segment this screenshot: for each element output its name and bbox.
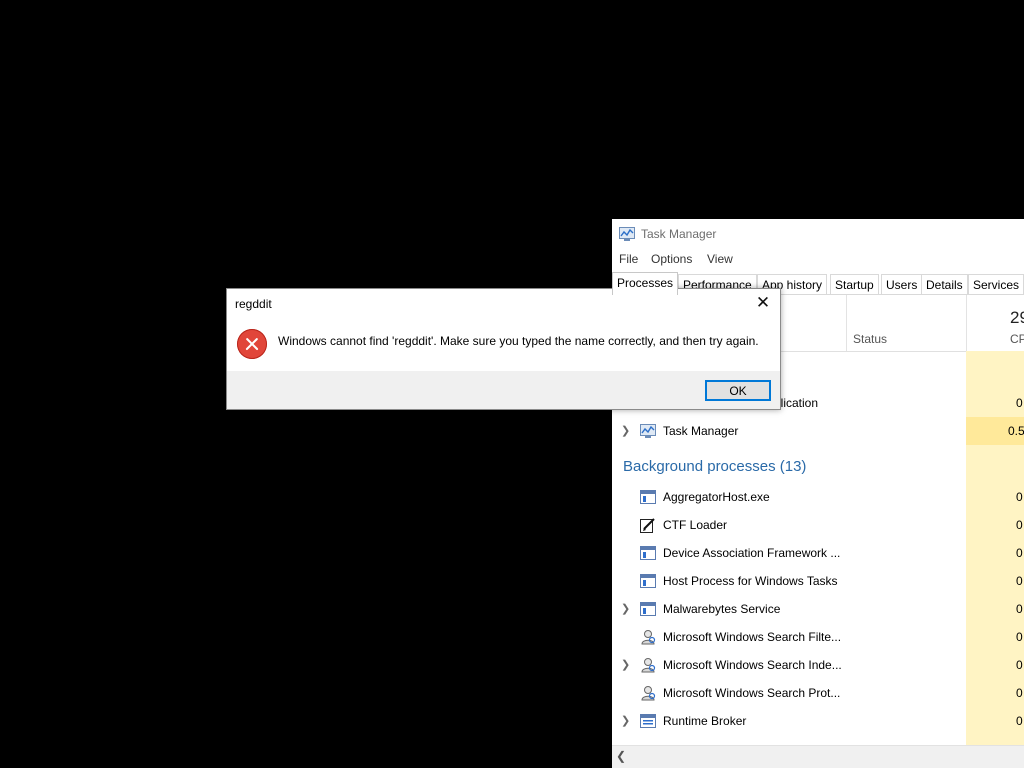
chevron-right-icon[interactable]: ❯ <box>621 602 631 615</box>
tab-processes[interactable]: Processes <box>612 272 679 295</box>
table-row[interactable]: Host Process for Windows Tasks 0 <box>612 567 1024 595</box>
window-icon <box>640 490 656 504</box>
process-cpu: 0 <box>1016 574 1023 588</box>
table-row[interactable]: CTF Loader 0 <box>612 511 1024 539</box>
dialog-title: regddit <box>235 297 272 311</box>
table-row[interactable]: ❯ Task Manager 0.5 <box>612 417 1024 445</box>
window-icon <box>640 574 656 588</box>
window-icon <box>640 714 656 728</box>
process-name: Runtime Broker <box>663 714 747 728</box>
chevron-right-icon[interactable]: ❯ <box>621 424 631 437</box>
ok-button[interactable]: OK <box>705 380 771 401</box>
process-name: Microsoft Windows Search Inde... <box>663 658 842 672</box>
process-name: Device Association Framework ... <box>663 546 841 560</box>
close-icon[interactable]: ✕ <box>752 292 774 314</box>
table-row[interactable]: ❯ Runtime Broker 0 <box>612 707 1024 735</box>
chevron-left-icon[interactable]: ❮ <box>616 749 626 763</box>
process-cpu: 0 <box>1016 490 1023 504</box>
pen-icon <box>640 518 655 533</box>
chevron-right-icon[interactable]: ❯ <box>621 714 631 727</box>
error-icon <box>237 329 267 359</box>
background-processes-group-title: Background processes (13) <box>623 458 807 475</box>
process-cpu: 0 <box>1016 658 1023 672</box>
search-person-icon <box>641 630 656 645</box>
dialog-footer: OK <box>227 371 780 409</box>
process-name: Task Manager <box>663 424 739 438</box>
process-name: Host Process for Windows Tasks <box>663 574 838 588</box>
horizontal-scrollbar[interactable]: ❮ <box>612 745 1024 768</box>
dialog-message: Windows cannot find 'regddit'. Make sure… <box>278 334 759 348</box>
process-name: Microsoft Windows Search Filte... <box>663 630 842 644</box>
search-person-icon <box>641 658 656 673</box>
process-name: AggregatorHost.exe <box>663 490 770 504</box>
table-row[interactable]: Microsoft Windows Search Filte... 0 <box>612 623 1024 651</box>
process-name: Malwarebytes Service <box>663 602 781 616</box>
window-icon <box>640 546 656 560</box>
task-manager-icon <box>640 424 656 438</box>
table-row[interactable]: Device Association Framework ... 0 <box>612 539 1024 567</box>
process-cpu: 0 <box>1016 630 1023 644</box>
table-row[interactable]: ❯ Malwarebytes Service 0 <box>612 595 1024 623</box>
process-cpu: 0 <box>1016 602 1023 616</box>
window-icon <box>640 602 656 616</box>
table-row[interactable]: ❯ Microsoft Windows Search Inde... 0 <box>612 651 1024 679</box>
error-dialog: regddit ✕ Windows cannot find 'regddit'.… <box>226 288 781 410</box>
process-name: CTF Loader <box>663 518 728 532</box>
process-name: Microsoft Windows Search Prot... <box>663 686 841 700</box>
chevron-right-icon[interactable]: ❯ <box>621 658 631 671</box>
process-cpu: 0 <box>1016 518 1023 532</box>
process-cpu: 0 <box>1016 686 1023 700</box>
table-row[interactable]: Microsoft Windows Search Prot... 0 <box>612 679 1024 707</box>
process-cpu: 0 <box>1016 546 1023 560</box>
process-cpu: 0.5 <box>1008 424 1024 438</box>
search-person-icon <box>641 686 656 701</box>
process-cpu: 0 <box>1016 714 1023 728</box>
process-cpu: 0 <box>1016 396 1023 410</box>
table-row[interactable]: AggregatorHost.exe 0 <box>612 483 1024 511</box>
